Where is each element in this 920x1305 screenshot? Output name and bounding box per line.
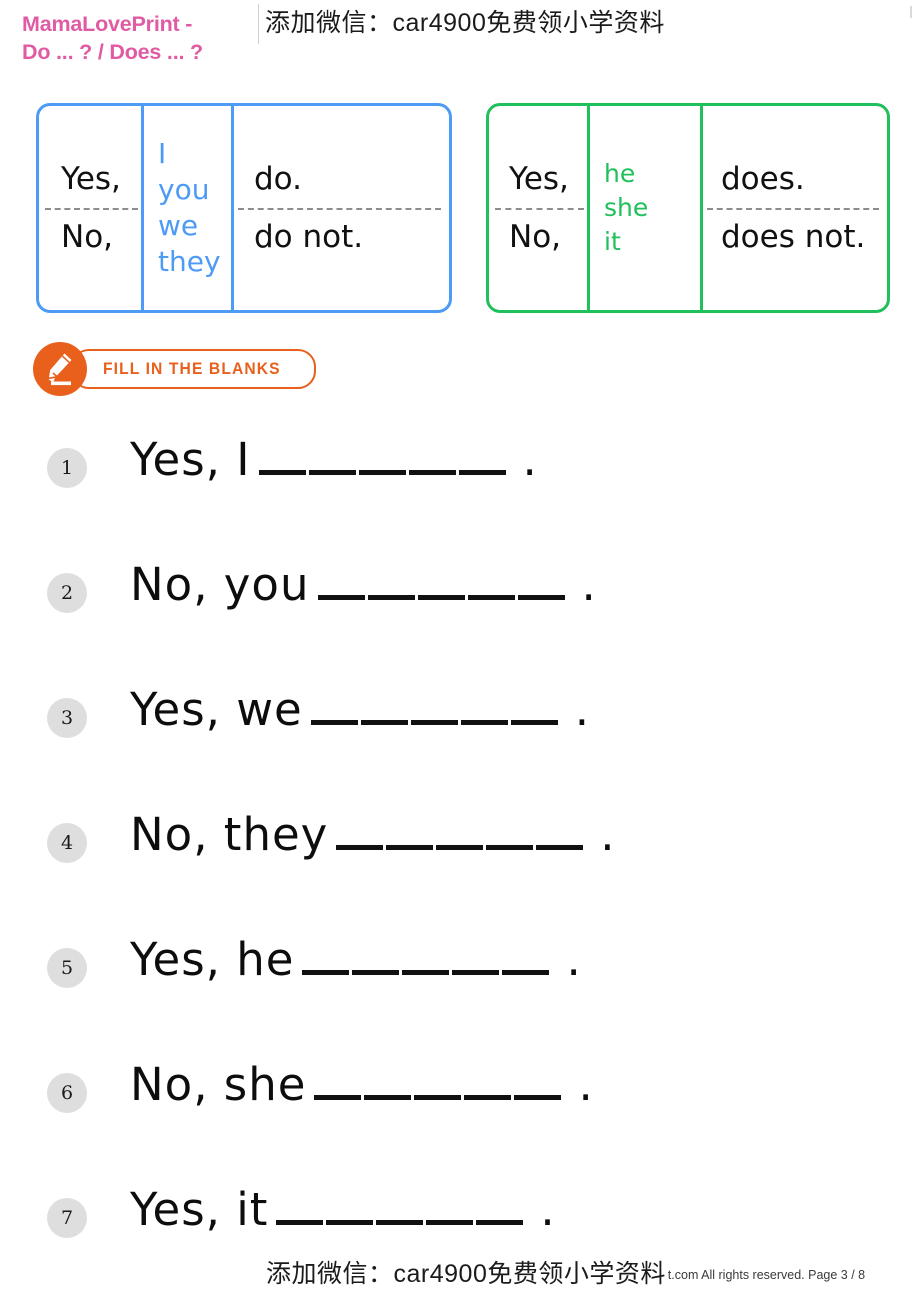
answer-blank[interactable] xyxy=(314,1055,565,1100)
exercise-row: 2 No, you . xyxy=(0,555,920,680)
worksheet-topic: Do ... ? / Does ... ? xyxy=(22,40,203,64)
do-affirmative-cell: Yes, xyxy=(39,106,142,208)
answer-blank[interactable] xyxy=(302,930,553,975)
does-answer-column: Yes, No, xyxy=(489,103,590,313)
sentence-period: . xyxy=(540,1183,555,1236)
do-answer-column: Yes, No, xyxy=(39,103,144,313)
sentence-period: . xyxy=(581,558,596,611)
cell-text: does not. xyxy=(721,219,866,255)
sentence-prompt: Yes, it xyxy=(130,1183,269,1236)
sentence-prompt: No, they xyxy=(130,808,329,861)
pronoun-item: they xyxy=(158,245,221,278)
pronoun-item: we xyxy=(158,209,199,242)
exercise-number: 5 xyxy=(47,948,87,988)
sentence-period: . xyxy=(600,808,615,861)
cell-text: No, xyxy=(61,219,114,255)
sentence-period: . xyxy=(574,683,590,736)
exercise-sentence: Yes, he . xyxy=(130,930,581,990)
does-affirmative-cell: Yes, xyxy=(489,106,588,208)
sentence-prompt: Yes, we xyxy=(130,683,303,736)
exercise-sentence: Yes, it . xyxy=(130,1180,555,1240)
does-verb-column: does. does not. xyxy=(701,106,887,310)
exercise-number: 1 xyxy=(47,448,87,488)
do-pronoun-list: I you we they xyxy=(142,106,232,310)
sentence-prompt: Yes, I xyxy=(130,433,251,486)
page-footer: eprint.com All rights reserved. Page 3 /… xyxy=(0,1254,920,1300)
sentence-prompt: No, she xyxy=(130,1058,307,1111)
exercise-sentence: Yes, I . xyxy=(130,430,537,490)
exercise-row: 6 No, she . xyxy=(0,1055,920,1180)
does-verb-affirmative-cell: does. xyxy=(701,106,887,208)
exercise-number: 6 xyxy=(47,1073,87,1113)
section-badge: FILL IN THE BLANKS xyxy=(33,341,317,397)
does-answer-table: Yes, No, he she it does. does not. xyxy=(486,103,890,313)
pronoun-item: you xyxy=(158,173,210,206)
exercise-row: 3 Yes, we . xyxy=(0,680,920,805)
cell-text: Yes, xyxy=(61,161,121,197)
do-answer-table: Yes, No, I you we they do. do not. xyxy=(36,103,452,313)
exercise-sentence: Yes, we . xyxy=(130,680,589,740)
do-verb-affirmative-cell: do. xyxy=(232,106,449,208)
exercise-number: 4 xyxy=(47,823,87,863)
page-header: MamaLovePrint - Do ... ? / Does ... ? 添加… xyxy=(0,0,920,88)
exercise-row: 1 Yes, I . xyxy=(0,430,920,555)
exercise-row: 4 No, they . xyxy=(0,805,920,930)
exercise-row: 5 Yes, he . xyxy=(0,930,920,1055)
header-watermark: 添加微信：car4900免费领小学资料 xyxy=(265,9,665,37)
pronoun-item: she xyxy=(604,193,649,222)
pronoun-item: I xyxy=(158,137,167,170)
sentence-period: . xyxy=(566,933,581,986)
answer-blank[interactable] xyxy=(310,680,561,725)
does-negative-cell: No, xyxy=(489,208,588,310)
cell-text: No, xyxy=(509,219,562,255)
do-negative-cell: No, xyxy=(39,208,142,310)
pencil-icon-circle xyxy=(33,342,87,396)
cell-text: do. xyxy=(254,161,302,197)
cell-text: do not. xyxy=(254,219,364,255)
header-divider xyxy=(258,4,259,44)
do-verb-negative-cell: do not. xyxy=(232,208,449,310)
does-verb-negative-cell: does not. xyxy=(701,208,887,310)
exercise-number: 2 xyxy=(47,573,87,613)
sentence-prompt: Yes, he xyxy=(130,933,295,986)
answer-blank[interactable] xyxy=(258,430,509,475)
footer-watermark: 添加微信：car4900免费领小学资料 xyxy=(266,1259,668,1289)
do-verb-column: do. do not. xyxy=(232,106,449,310)
does-pronoun-column: he she it xyxy=(588,103,703,313)
pencil-icon xyxy=(48,353,72,386)
fill-in-the-blanks-pill: FILL IN THE BLANKS xyxy=(71,349,317,389)
exercise-number: 3 xyxy=(47,698,87,738)
answer-blank[interactable] xyxy=(276,1180,527,1225)
grammar-tables: Yes, No, I you we they do. do not. Yes, … xyxy=(0,103,920,315)
exercise-sentence: No, they . xyxy=(130,805,615,865)
exercise-number: 7 xyxy=(47,1198,87,1238)
corner-mark xyxy=(910,6,912,18)
cell-text: Yes, xyxy=(509,161,569,197)
sentence-period: . xyxy=(578,1058,593,1111)
brand-name: MamaLovePrint - xyxy=(22,12,193,36)
sentence-period: . xyxy=(522,433,537,486)
badge-label: FILL IN THE BLANKS xyxy=(103,359,281,378)
does-pronoun-list: he she it xyxy=(588,106,701,310)
page-title: MamaLovePrint - Do ... ? / Does ... ? xyxy=(22,10,262,66)
sentence-prompt: No, you xyxy=(130,558,310,611)
exercise-list: 1 Yes, I . 2 No, you . 3 Yes, we . 4 No,… xyxy=(0,430,920,1305)
cell-text: does. xyxy=(721,161,805,197)
exercise-sentence: No, she . xyxy=(130,1055,593,1115)
copyright-text: eprint.com All rights reserved. Page 3 /… xyxy=(640,1268,866,1282)
do-pronoun-column: I you we they xyxy=(142,103,234,313)
answer-blank[interactable] xyxy=(317,555,568,600)
answer-blank[interactable] xyxy=(336,805,587,850)
pronoun-item: it xyxy=(604,227,621,256)
pronoun-item: he xyxy=(604,159,636,188)
exercise-sentence: No, you . xyxy=(130,555,596,615)
